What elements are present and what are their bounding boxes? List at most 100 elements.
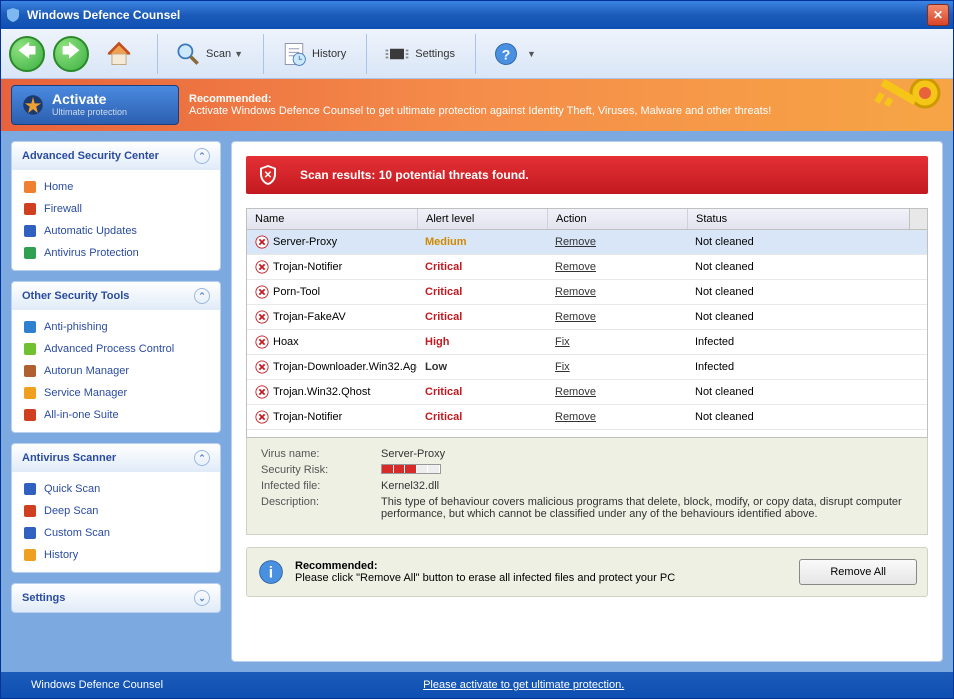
- panel-header[interactable]: Antivirus Scanner ⌃: [12, 444, 220, 472]
- item-icon: [22, 385, 38, 401]
- panel-header[interactable]: Other Security Tools ⌃: [12, 282, 220, 310]
- table-row[interactable]: Trojan-NotifierCriticalRemoveNot cleaned: [247, 405, 927, 430]
- sidebar-item[interactable]: Service Manager: [16, 382, 216, 404]
- table-row[interactable]: Server-ProxyMediumRemoveNot cleaned: [247, 230, 927, 255]
- settings-button[interactable]: Settings: [375, 36, 463, 72]
- risk-bar: [381, 464, 441, 474]
- home-icon: [105, 40, 133, 68]
- col-action[interactable]: Action: [547, 209, 687, 229]
- threat-icon: [255, 260, 269, 274]
- item-icon: [22, 547, 38, 563]
- sidebar-item[interactable]: All-in-one Suite: [16, 404, 216, 426]
- sidebar: Advanced Security Center ⌃ HomeFirewallA…: [11, 141, 221, 662]
- status-app-name: Windows Defence Counsel: [31, 679, 163, 691]
- sidebar-item[interactable]: History: [16, 544, 216, 566]
- panel-header[interactable]: Advanced Security Center ⌃: [12, 142, 220, 170]
- table-header: Name Alert level Action Status: [247, 209, 927, 230]
- sidebar-item[interactable]: Home: [16, 176, 216, 198]
- expand-icon: ⌄: [194, 590, 210, 606]
- status-activate-link[interactable]: Please activate to get ultimate protecti…: [423, 679, 624, 691]
- panel-antivirus-scanner: Antivirus Scanner ⌃ Quick ScanDeep ScanC…: [11, 443, 221, 573]
- sidebar-item[interactable]: Firewall: [16, 198, 216, 220]
- item-icon: [22, 223, 38, 239]
- item-icon: [22, 407, 38, 423]
- remove-all-button[interactable]: Remove All: [799, 559, 917, 585]
- keys-icon: [853, 79, 953, 131]
- toolbar: 🡄 🡆 Scan ▼ History Settings ? ▼: [1, 29, 953, 79]
- threat-icon: [255, 385, 269, 399]
- item-icon: [22, 503, 38, 519]
- table-row[interactable]: Trojan.Win32.QhostCriticalRemoveNot clea…: [247, 380, 927, 405]
- sidebar-item[interactable]: Automatic Updates: [16, 220, 216, 242]
- statusbar: Windows Defence Counsel Please activate …: [1, 672, 953, 698]
- separator: [475, 34, 476, 74]
- separator: [263, 34, 264, 74]
- sidebar-item[interactable]: Antivirus Protection: [16, 242, 216, 264]
- table-row[interactable]: Porn-ToolCriticalRemoveNot cleaned: [247, 280, 927, 305]
- scrollbar-header: [909, 209, 927, 229]
- help-button[interactable]: ? ▼: [484, 36, 544, 72]
- panel-advanced-security: Advanced Security Center ⌃ HomeFirewallA…: [11, 141, 221, 271]
- threat-icon: [255, 335, 269, 349]
- item-icon: [22, 201, 38, 217]
- action-link[interactable]: Remove: [555, 386, 596, 398]
- sidebar-item[interactable]: Anti-phishing: [16, 316, 216, 338]
- item-icon: [22, 363, 38, 379]
- magnifier-icon: [174, 40, 202, 68]
- forward-button[interactable]: 🡆: [53, 36, 89, 72]
- activate-banner: Activate Ultimate protection Recommended…: [1, 79, 953, 131]
- home-button[interactable]: [97, 36, 145, 72]
- item-icon: [22, 341, 38, 357]
- threat-icon: [255, 285, 269, 299]
- col-name[interactable]: Name: [247, 209, 417, 229]
- threat-icon: [255, 410, 269, 424]
- action-link[interactable]: Fix: [555, 361, 570, 373]
- threat-icon: [255, 235, 269, 249]
- app-window: Windows Defence Counsel ✕ 🡄 🡆 Scan ▼ His…: [0, 0, 954, 699]
- panel-settings: Settings ⌄: [11, 583, 221, 613]
- titlebar: Windows Defence Counsel ✕: [1, 1, 953, 29]
- sidebar-item[interactable]: Deep Scan: [16, 500, 216, 522]
- sidebar-item[interactable]: Custom Scan: [16, 522, 216, 544]
- action-link[interactable]: Remove: [555, 236, 596, 248]
- sidebar-item[interactable]: Advanced Process Control: [16, 338, 216, 360]
- separator: [157, 34, 158, 74]
- item-icon: [22, 179, 38, 195]
- svg-text:i: i: [269, 564, 273, 581]
- back-button[interactable]: 🡄: [9, 36, 45, 72]
- separator: [366, 34, 367, 74]
- info-icon: i: [257, 558, 285, 586]
- svg-text:✕: ✕: [264, 170, 272, 181]
- action-link[interactable]: Remove: [555, 411, 596, 423]
- window-title: Windows Defence Counsel: [27, 8, 927, 22]
- sidebar-item[interactable]: Autorun Manager: [16, 360, 216, 382]
- action-link[interactable]: Remove: [555, 261, 596, 273]
- item-icon: [22, 525, 38, 541]
- scan-button[interactable]: Scan ▼: [166, 36, 251, 72]
- action-link[interactable]: Fix: [555, 336, 570, 348]
- action-link[interactable]: Remove: [555, 286, 596, 298]
- history-button[interactable]: History: [272, 36, 354, 72]
- panel-header[interactable]: Settings ⌄: [12, 584, 220, 612]
- col-status[interactable]: Status: [687, 209, 909, 229]
- collapse-icon: ⌃: [194, 148, 210, 164]
- table-row[interactable]: HoaxHighFixInfected: [247, 330, 927, 355]
- item-icon: [22, 481, 38, 497]
- help-icon: ?: [492, 40, 520, 68]
- app-icon: [5, 7, 21, 23]
- close-button[interactable]: ✕: [927, 4, 949, 26]
- recommendation-box: i Recommended: Please click "Remove All"…: [246, 547, 928, 597]
- col-alert[interactable]: Alert level: [417, 209, 547, 229]
- table-row[interactable]: Trojan-NotifierCriticalRemoveNot cleaned: [247, 255, 927, 280]
- table-body[interactable]: Server-ProxyMediumRemoveNot cleanedTroja…: [247, 230, 927, 437]
- alert-text: Scan results: 10 potential threats found…: [300, 168, 529, 182]
- threat-details: Virus name: Server-Proxy Security Risk: …: [246, 438, 928, 535]
- sidebar-item[interactable]: Quick Scan: [16, 478, 216, 500]
- table-row[interactable]: Trojan-FakeAVCriticalRemoveNot cleaned: [247, 305, 927, 330]
- activate-button[interactable]: Activate Ultimate protection: [11, 85, 179, 125]
- action-link[interactable]: Remove: [555, 311, 596, 323]
- panel-other-tools: Other Security Tools ⌃ Anti-phishingAdva…: [11, 281, 221, 433]
- threat-icon: [255, 310, 269, 324]
- table-row[interactable]: Trojan-Downloader.Win32.AgentLowFixInfec…: [247, 355, 927, 380]
- shield-alert-icon: ✕: [256, 163, 280, 187]
